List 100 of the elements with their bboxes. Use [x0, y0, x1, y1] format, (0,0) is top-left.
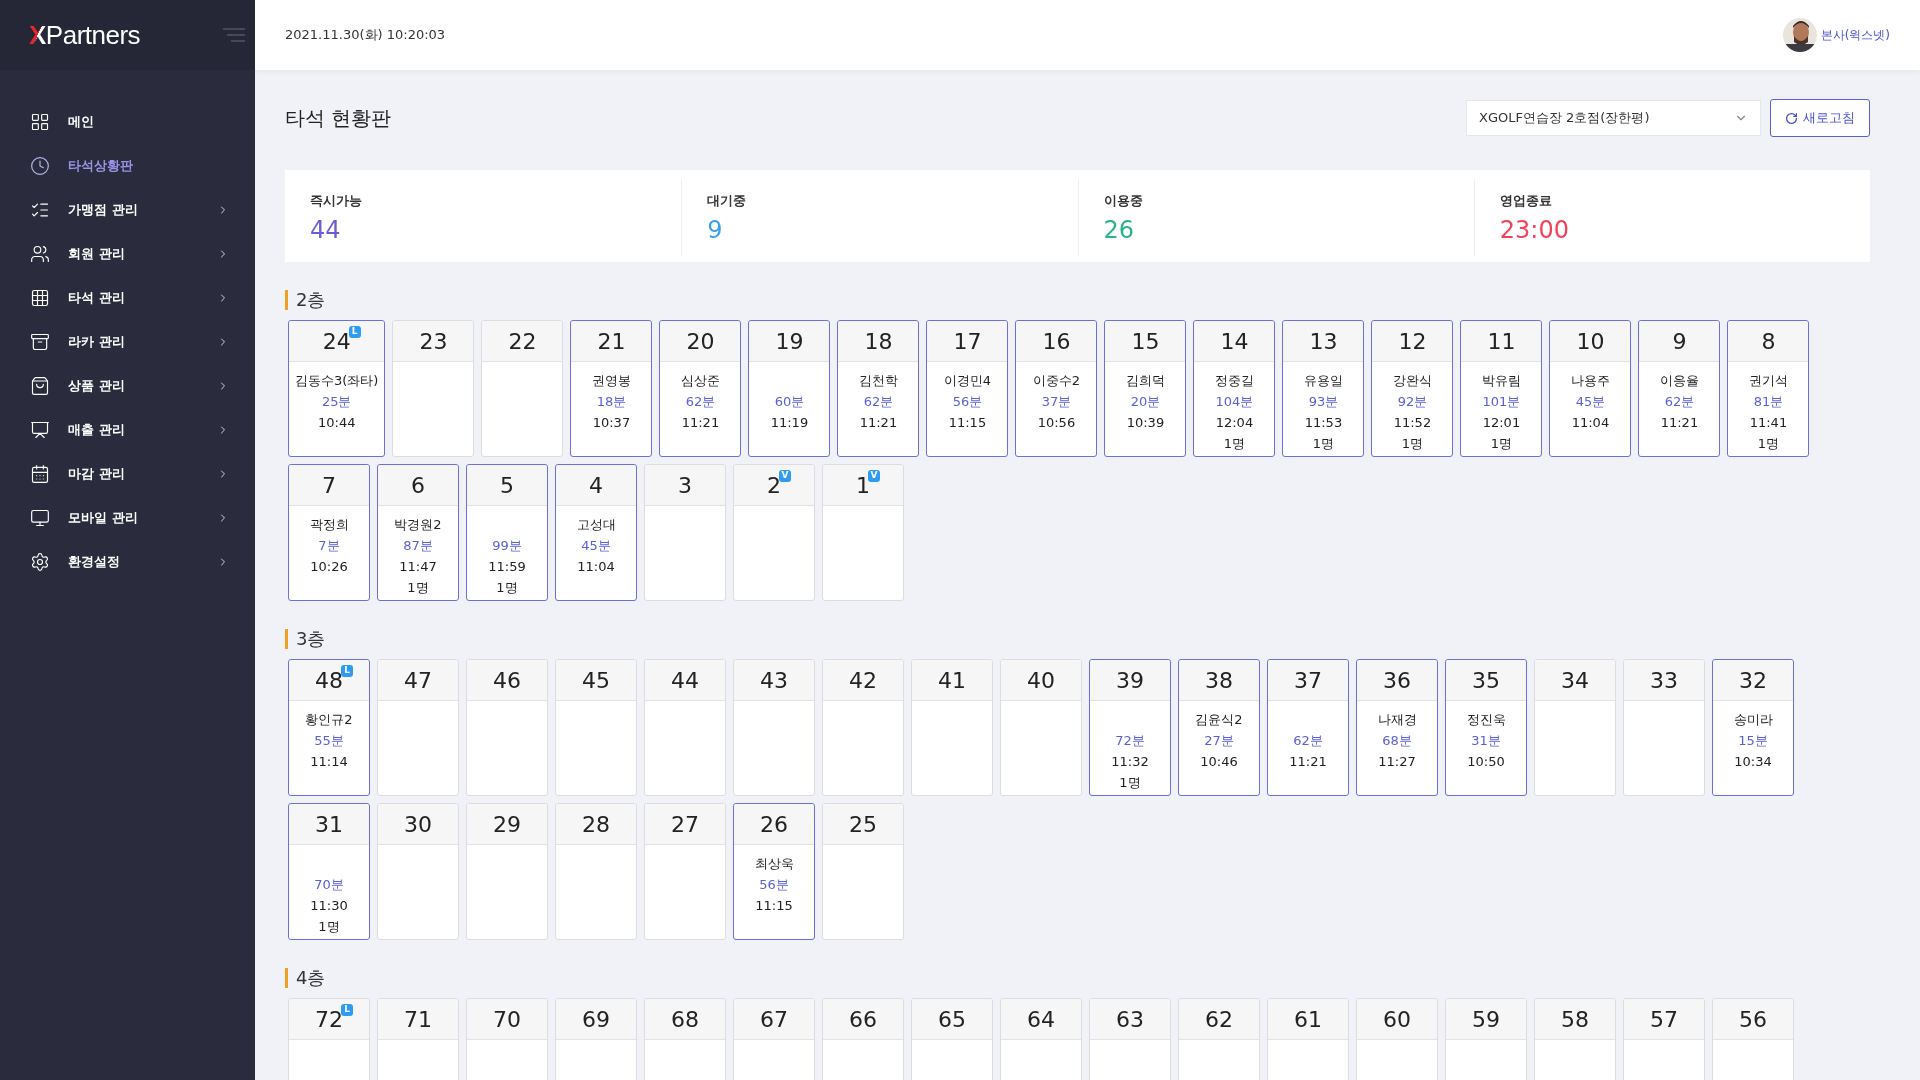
seat-number: 25: [849, 811, 877, 837]
seat-card[interactable]: 45: [555, 659, 637, 796]
seat-number: 27: [671, 811, 699, 837]
minutes-left: 45분: [581, 537, 611, 555]
sidebar-item[interactable]: 메인: [0, 100, 255, 144]
store-select[interactable]: XGOLF연습장 2호점(장한평): [1466, 100, 1761, 136]
sidebar-item[interactable]: 회원 관리: [0, 232, 255, 276]
sidebar-item[interactable]: 매출 관리: [0, 408, 255, 452]
seat-card[interactable]: 17 이경민4 56분 11:15: [926, 320, 1009, 457]
seat-card[interactable]: 14 정중길 104분 12:04 1명: [1193, 320, 1276, 457]
seat-card[interactable]: 61: [1267, 998, 1349, 1080]
seat-card[interactable]: 62: [1178, 998, 1260, 1080]
seat-card[interactable]: 23: [392, 320, 475, 457]
seat-number: 63: [1116, 1006, 1144, 1032]
seat-card[interactable]: 39 72분 11:32 1명: [1089, 659, 1171, 796]
sidebar-item[interactable]: 라카 관리: [0, 320, 255, 364]
seat-card[interactable]: 71: [377, 998, 459, 1080]
seat-card[interactable]: 28: [555, 803, 637, 940]
seat-card[interactable]: 5 99분 11:59 1명: [466, 464, 548, 601]
seat-card[interactable]: 30: [377, 803, 459, 940]
seat-card[interactable]: 11 박유림 101분 12:01 1명: [1460, 320, 1543, 457]
sidebar-item[interactable]: 타석 관리: [0, 276, 255, 320]
seat-card[interactable]: 25: [822, 803, 904, 940]
archive-icon: [30, 332, 50, 352]
floor-heading: 3층: [285, 629, 326, 649]
seat-card[interactable]: 35 정진욱 31분 10:50: [1445, 659, 1527, 796]
seat-card[interactable]: 41: [911, 659, 993, 796]
seat-card[interactable]: 38 김윤식2 27분 10:46: [1178, 659, 1260, 796]
seat-card[interactable]: 36 나재경 68분 11:27: [1356, 659, 1438, 796]
sidebar-item[interactable]: 가맹점 관리: [0, 188, 255, 232]
seat-card[interactable]: 15 김희덕 20분 10:39: [1104, 320, 1187, 457]
seat-card[interactable]: 59: [1445, 998, 1527, 1080]
seat-number: 38: [1205, 667, 1233, 693]
menu-icon[interactable]: [223, 28, 245, 42]
seat-card[interactable]: 9 이응율 62분 11:21: [1638, 320, 1721, 457]
seat-card[interactable]: 66: [822, 998, 904, 1080]
seat-card[interactable]: 26 최상욱 56분 11:15: [733, 803, 815, 940]
seat-card[interactable]: 29: [466, 803, 548, 940]
seat-card[interactable]: 37 62분 11:21: [1267, 659, 1349, 796]
user-link[interactable]: 본사(윅스넷): [1820, 26, 1890, 44]
seat-card[interactable]: 34: [1534, 659, 1616, 796]
seat-number: 37: [1294, 667, 1322, 693]
seat-card[interactable]: 7 곽정희 7분 10:26: [288, 464, 370, 601]
seat-card[interactable]: 10 나용주 45분 11:04: [1549, 320, 1632, 457]
seat-card[interactable]: 4 고성대 45분 11:04: [555, 464, 637, 601]
seat-card[interactable]: 57: [1623, 998, 1705, 1080]
end-time: 11:21: [1289, 753, 1327, 771]
end-time: 11:21: [859, 414, 898, 432]
seat-card[interactable]: 70: [466, 998, 548, 1080]
seat-card[interactable]: 44: [644, 659, 726, 796]
seat-card[interactable]: 20 심상준 62분 11:21: [659, 320, 742, 457]
minutes-left: 62분: [863, 393, 894, 411]
end-time: 10:26: [310, 558, 348, 576]
seat-card[interactable]: 56: [1712, 998, 1794, 1080]
seat-card[interactable]: 65: [911, 998, 993, 1080]
sidebar-item[interactable]: 타석상황판: [0, 144, 255, 188]
sidebar-item[interactable]: 환경설정: [0, 540, 255, 584]
seat-card[interactable]: 12 강완식 92분 11:52 1명: [1371, 320, 1454, 457]
waiting-count: 1명: [1401, 435, 1424, 453]
seat-card[interactable]: 67: [733, 998, 815, 1080]
seat-badge: L: [341, 1003, 353, 1016]
settings-icon: [30, 552, 50, 572]
seat-card[interactable]: 3: [644, 464, 726, 601]
seat-card[interactable]: 31 70분 11:30 1명: [288, 803, 370, 940]
member-name: 박유림: [1481, 372, 1521, 390]
seat-card[interactable]: 69: [555, 998, 637, 1080]
member-name: 김희덕: [1125, 372, 1165, 390]
minutes-left: 37분: [1041, 393, 1072, 411]
minutes-left: 72분: [1115, 732, 1145, 750]
seat-number: 22: [508, 328, 537, 354]
sidebar-item[interactable]: 마감 관리: [0, 452, 255, 496]
seat-card[interactable]: 8 권기석 81분 11:41 1명: [1727, 320, 1810, 457]
seat-card[interactable]: 58: [1534, 998, 1616, 1080]
seat-card[interactable]: 6 박경원2 87분 11:47 1명: [377, 464, 459, 601]
seat-card[interactable]: 33: [1623, 659, 1705, 796]
seat-card[interactable]: 21 권영봉 18분 10:37: [570, 320, 653, 457]
seat-card[interactable]: 63: [1089, 998, 1171, 1080]
seat-card[interactable]: 68: [644, 998, 726, 1080]
seat-card[interactable]: 18 김천학 62분 11:21: [837, 320, 920, 457]
seat-card[interactable]: 42: [822, 659, 904, 796]
seat-card[interactable]: 60: [1356, 998, 1438, 1080]
seat-card[interactable]: 40: [1000, 659, 1082, 796]
seat-number: 16: [1042, 328, 1071, 354]
seat-card[interactable]: 32 송미라 15분 10:34: [1712, 659, 1794, 796]
seat-card[interactable]: 64: [1000, 998, 1082, 1080]
minutes-left: 62분: [1664, 393, 1695, 411]
seat-card[interactable]: 27: [644, 803, 726, 940]
seat-card[interactable]: 19 60분 11:19: [748, 320, 831, 457]
seat-card[interactable]: 43: [733, 659, 815, 796]
sidebar-item[interactable]: 상품 관리: [0, 364, 255, 408]
seat-card[interactable]: 13 유용일 93분 11:53 1명: [1282, 320, 1365, 457]
minutes-left: 81분: [1753, 393, 1784, 411]
sidebar-item[interactable]: 모바일 관리: [0, 496, 255, 540]
grid-icon: [30, 112, 50, 132]
seat-card[interactable]: 46: [466, 659, 548, 796]
refresh-button[interactable]: 새로고침: [1770, 99, 1870, 137]
member-name: 최상욱: [754, 855, 794, 873]
seat-card[interactable]: 22: [481, 320, 564, 457]
seat-card[interactable]: 16 이중수2 37분 10:56: [1015, 320, 1098, 457]
seat-card[interactable]: 47: [377, 659, 459, 796]
